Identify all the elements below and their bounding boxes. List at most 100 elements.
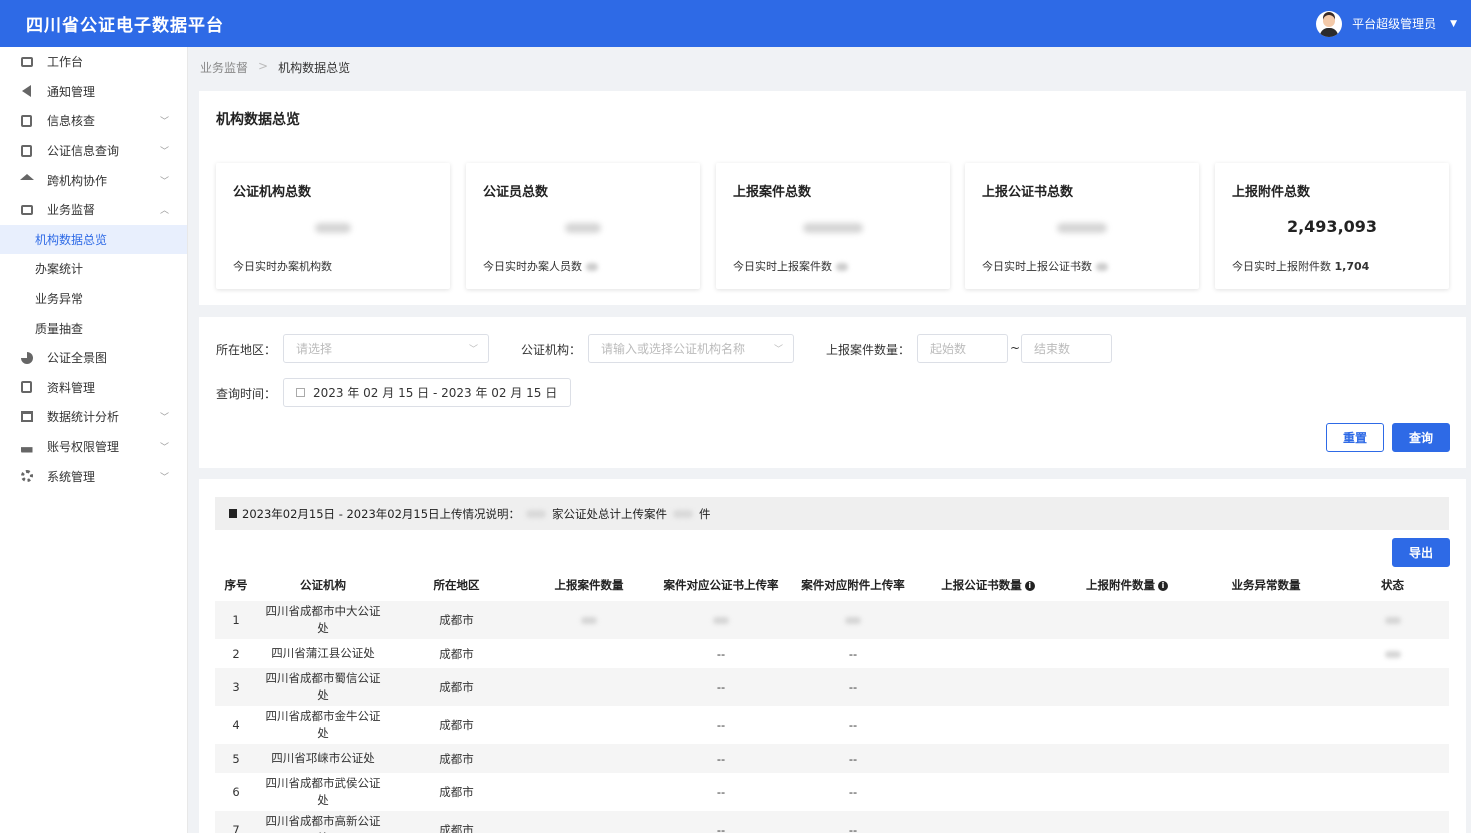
table-row: 6 四川省成都市武侯公证处 成都市 -- --: [232, 776, 858, 807]
col-header: 所在地区: [433, 578, 480, 592]
col-header: 案件对应公证书上传率: [663, 578, 779, 592]
stat-card-certificates: 上报公证书总数 今日实时上报公证书数: [965, 163, 1199, 289]
chevron-up-icon: ︿: [159, 206, 169, 217]
stat-label: 上报公证书总数: [982, 185, 1074, 200]
app-title: 四川省公证电子数据平台: [26, 16, 224, 36]
clipboard-icon: [229, 509, 237, 518]
user-icon: [20, 440, 33, 453]
masked-value: [565, 223, 601, 233]
col-header: 序号: [224, 578, 248, 592]
col-header: 案件对应附件上传率: [801, 578, 905, 592]
col-header: 上报附件数量 i: [1058, 577, 1196, 593]
breadcrumb-parent[interactable]: 业务监督: [200, 59, 248, 76]
briefcase-icon: [20, 203, 33, 216]
stat-sub-label: 今日实时上报案件数: [733, 258, 848, 274]
stat-card-orgs: 公证机构总数 今日实时办案机构数: [216, 163, 450, 289]
case-count-end-input[interactable]: 结束数: [1021, 334, 1112, 363]
org-select[interactable]: 请输入或选择公证机构名称 ﹀: [588, 334, 794, 363]
chevron-down-icon: ﹀: [159, 147, 169, 158]
time-label: 查询时间：: [216, 387, 277, 401]
col-header: 公证机构: [300, 578, 346, 592]
sidebar-item-supervision[interactable]: 业务监督 ︿: [0, 195, 187, 225]
region-label: 所在地区：: [216, 343, 277, 357]
page-title: 机构数据总览: [216, 112, 300, 128]
sidebar-item-notice[interactable]: 通知管理: [0, 77, 187, 107]
sidebar-item-accounts[interactable]: 账号权限管理 ﹀: [0, 432, 187, 462]
masked-value: [1057, 223, 1107, 233]
masked-value: [526, 509, 547, 518]
stat-sub-label: 今日实时办案人员数: [483, 258, 598, 274]
masked-value: [803, 223, 863, 233]
gear-icon: [20, 470, 33, 483]
bar-chart-icon: [20, 410, 33, 423]
stat-label: 上报附件总数: [1232, 185, 1311, 200]
pie-chart-icon: [20, 351, 33, 364]
table-row: 4 四川省成都市金牛公证处 成都市 -- --: [232, 709, 858, 740]
sidebar-item-panorama[interactable]: 公证全景图: [0, 343, 187, 373]
sidebar-subitem-case-stats[interactable]: 办案统计: [0, 254, 187, 284]
sidebar-item-materials[interactable]: 资料管理: [0, 373, 187, 403]
masked-value: [673, 509, 694, 518]
filter-panel: 所在地区： 请选择 ﹀ 公证机构： 请输入或选择公证机构名称 ﹀ 上报案件数量：…: [199, 317, 1466, 468]
table-row: 2 四川省蒲江县公证处 成都市 -- --: [215, 639, 1449, 668]
sidebar-subitem-anomaly[interactable]: 业务异常: [0, 284, 187, 314]
sidebar-item-collab[interactable]: 跨机构协作 ﹀: [0, 165, 187, 195]
user-menu[interactable]: 平台超级管理员 ▼: [1316, 10, 1457, 37]
region-select[interactable]: 请选择 ﹀: [283, 334, 489, 363]
sidebar-item-query[interactable]: 公证信息查询 ﹀: [0, 136, 187, 166]
main-content: 业务监督 > 机构数据总览 机构数据总览 公证机构总数 今日实时办案机构数 公证…: [188, 47, 1471, 833]
stat-value: 2,493,093: [1286, 217, 1378, 236]
table-row: 5 四川省邛崃市公证处 成都市 -- --: [215, 744, 1449, 773]
megaphone-icon: [20, 85, 33, 98]
sidebar: 工作台 通知管理 信息核查 ﹀ 公证信息查询 ﹀ 跨机构协作 ﹀ 业务监督 ︿ …: [0, 47, 188, 833]
overview-panel: 机构数据总览 公证机构总数 今日实时办案机构数 公证员总数 今日实时办案人员数 …: [199, 91, 1466, 305]
stat-sub-label: 今日实时办案机构数: [233, 260, 332, 273]
avatar[interactable]: [1316, 10, 1343, 37]
calendar-icon: [296, 388, 305, 397]
caret-down-icon[interactable]: ▼: [1450, 19, 1457, 29]
user-name[interactable]: 平台超级管理员: [1352, 15, 1436, 32]
stat-card-notaries: 公证员总数 今日实时办案人员数: [466, 163, 700, 289]
sidebar-subitem-org-overview[interactable]: 机构数据总览: [0, 224, 187, 255]
chevron-down-icon: ﹀: [468, 345, 478, 355]
case-count-start-input[interactable]: 起始数: [917, 334, 1008, 363]
masked-value: [315, 223, 351, 233]
range-tilde: ~: [1010, 341, 1021, 355]
sidebar-item-workbench[interactable]: 工作台: [0, 47, 187, 77]
stat-label: 公证机构总数: [233, 185, 312, 200]
sidebar-subitem-quality[interactable]: 质量抽查: [0, 313, 187, 343]
institution-icon: [19, 174, 34, 187]
date-range-picker[interactable]: 2023 年 02 月 15 日 - 2023 年 02 月 15 日: [283, 378, 571, 407]
col-header: 业务异常数量: [1231, 578, 1301, 592]
stat-label: 公证员总数: [483, 185, 549, 200]
top-header: 四川省公证电子数据平台 平台超级管理员 ▼: [0, 0, 1471, 47]
query-button[interactable]: 查询: [1392, 423, 1450, 452]
sidebar-item-system[interactable]: 系统管理 ﹀: [0, 461, 187, 491]
info-icon[interactable]: i: [1158, 580, 1168, 591]
monitor-icon: [20, 55, 33, 68]
sidebar-item-verify[interactable]: 信息核查 ﹀: [0, 106, 187, 136]
reset-button[interactable]: 重置: [1326, 423, 1384, 452]
chevron-down-icon: ﹀: [159, 413, 169, 424]
stat-card-cases: 上报案件总数 今日实时上报案件数: [716, 163, 950, 289]
case-count-label: 上报案件数量：: [826, 343, 911, 357]
stat-card-attachments: 上报附件总数 2,493,093 今日实时上报附件数 1,704: [1215, 163, 1449, 289]
col-header: 状态: [1381, 578, 1404, 592]
table-header: 序号 公证机构 所在地区 上报案件数量 案件对应公证书上传率 案件对应附件上传率…: [215, 571, 1449, 599]
chevron-down-icon: ﹀: [159, 443, 169, 454]
sidebar-item-stats[interactable]: 数据统计分析 ﹀: [0, 402, 187, 432]
stat-sub-label: 今日实时上报公证书数: [982, 258, 1108, 274]
chevron-down-icon: ﹀: [773, 345, 783, 355]
info-icon[interactable]: i: [1024, 580, 1035, 591]
col-header: 上报案件数量: [554, 578, 624, 592]
table-row: 7 四川省成都市高新公证处 成都市 -- --: [215, 811, 1449, 833]
table-row: 3 四川省成都市蜀信公证处 成都市 -- --: [215, 668, 1449, 706]
chevron-down-icon: ﹀: [159, 176, 169, 187]
export-button[interactable]: 导出: [1392, 538, 1450, 567]
breadcrumb-current: 机构数据总览: [278, 61, 351, 75]
org-label: 公证机构：: [521, 343, 582, 357]
query-doc-icon: [20, 144, 33, 157]
upload-summary-notice: 2023年02月15日 - 2023年02月15日上传情况说明： 家公证处总计上…: [215, 497, 1449, 530]
stat-sub-value: 1,704: [1334, 260, 1370, 273]
chevron-down-icon: ﹀: [159, 117, 169, 128]
